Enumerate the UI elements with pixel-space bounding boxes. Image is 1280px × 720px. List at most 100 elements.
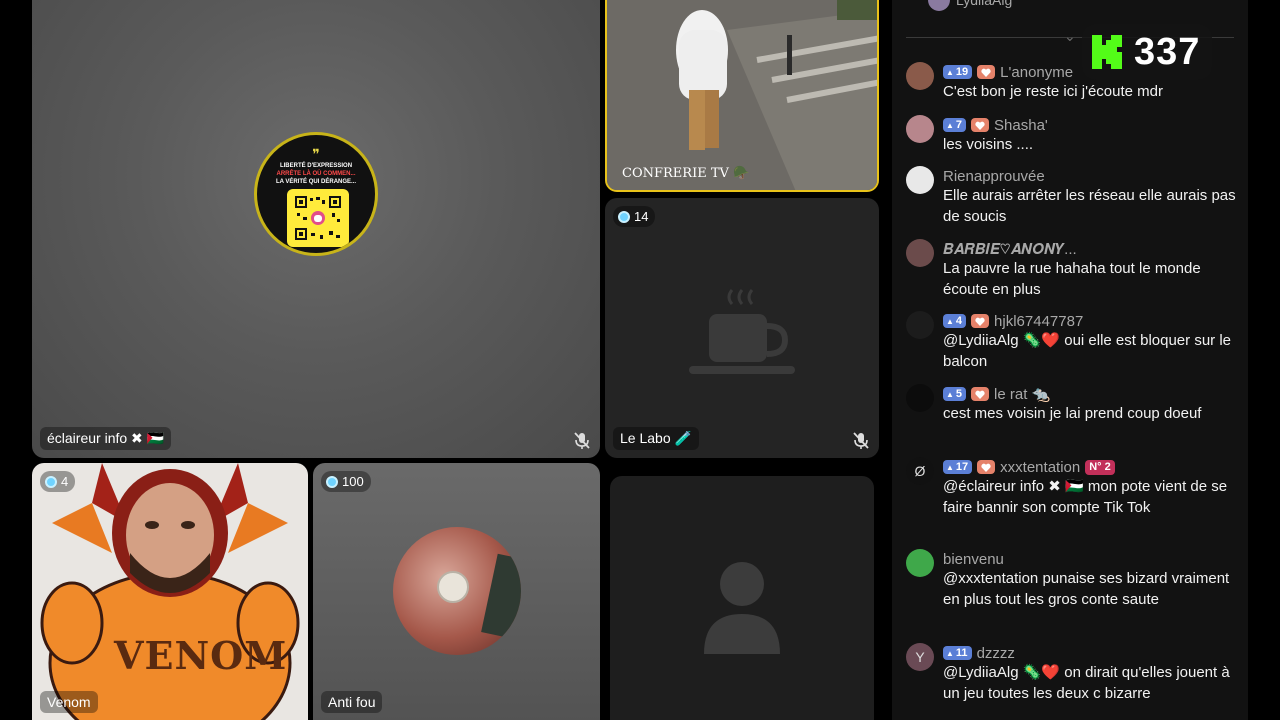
venom-avatar-art: [40, 463, 300, 720]
tile-label-venom: Venom: [40, 691, 98, 713]
level-arrow-icon: ▲: [946, 67, 954, 77]
rank-badge: N° 2: [1085, 459, 1115, 475]
viewer-count-value: 4: [61, 474, 69, 489]
level-arrow-icon: ▲: [946, 120, 954, 130]
viewer-count-le-labo: 14: [613, 206, 656, 227]
chat-username[interactable]: le rat 🐀: [994, 385, 1050, 403]
avatar-glyph: Y: [915, 649, 925, 665]
chat-panel[interactable]: LydiiaAlg ⌄ ▲ 19 L'anonyme C'est bon je res…: [892, 0, 1248, 720]
chat-message-text: C'est bon je reste ici j'écoute mdr: [943, 83, 1163, 100]
viewer-count-value: 100: [342, 474, 364, 489]
level-badge: ▲ 7: [943, 118, 967, 132]
viewer-count-anti-fou: 100: [321, 471, 371, 492]
heart-badge-icon: [971, 118, 990, 132]
chat-message-text: @xxxtentation punaise ses bizard vraimen…: [943, 570, 1230, 608]
kick-logo-icon: [1092, 35, 1122, 69]
avatar[interactable]: Y: [906, 643, 934, 671]
video-tile-venom[interactable]: VENOM 4 Venom: [32, 463, 308, 720]
chat-username[interactable]: hjkl67447787: [994, 313, 1083, 330]
chat-message[interactable]: ▲ 4 hjkl67447787 @LydiiaAlg 🦠❤️ oui elle es…: [906, 311, 1236, 372]
level-badge: ▲ 17: [943, 460, 973, 474]
chat-username[interactable]: L'anonyme: [1000, 64, 1073, 81]
chevron-down-icon[interactable]: ⌄: [1064, 28, 1076, 45]
heart-badge-icon: [971, 314, 990, 328]
viewer-count-venom: 4: [40, 471, 76, 492]
chat-username[interactable]: bienvenu: [943, 551, 1004, 568]
level-arrow-icon: ▲: [946, 648, 954, 658]
mic-muted-icon: [574, 432, 590, 449]
chat-message[interactable]: 𝑩𝑨𝑹𝑩𝑰𝑬♡𝑨𝑵𝑶𝑵𝒀... La pauvre la rue hahaha t…: [906, 239, 1236, 300]
level-badge: ▲ 4: [943, 314, 967, 328]
video-tile-anti-fou[interactable]: 100 Anti fou: [313, 463, 600, 720]
chat-message[interactable]: ▲ 5 le rat 🐀 cest mes voisin je lai prend c…: [906, 384, 1236, 425]
chat-username[interactable]: xxxtentation: [1000, 459, 1080, 476]
tile-label-confrerie-tv: CONFRERIE TV 🪖: [622, 166, 750, 181]
chat-message[interactable]: Ø ▲ 17 xxxtentation N° 2 @éclaireur info ✖ 🇵🇸…: [906, 457, 1236, 518]
mic-muted-icon: [853, 432, 869, 449]
chat-message-text: les voisins ....: [943, 136, 1034, 153]
chat-message[interactable]: bienvenu @xxxtentation punaise ses bizard…: [906, 549, 1236, 610]
tile-label-le-labo: Le Labo 🧪: [613, 427, 699, 450]
participant-flags: ✖ 🇵🇸: [131, 430, 165, 446]
chat-message-text: Elle aurais arrêter les réseau elle aura…: [943, 187, 1236, 225]
avatar[interactable]: [906, 239, 934, 267]
level-value: 17: [955, 461, 969, 473]
chat-message-text: @éclaireur info ✖ 🇵🇸 mon pote vient de s…: [943, 478, 1228, 516]
avatar[interactable]: Ø: [906, 457, 934, 485]
live-viewers-icon: [618, 210, 630, 223]
level-value: 4: [955, 315, 963, 327]
live-viewers-icon: [326, 475, 338, 488]
level-badge: ▲ 11: [943, 646, 972, 660]
video-tile-le-labo[interactable]: 14 Le Labo 🧪: [605, 198, 879, 458]
chat-message-text: @LydiiaAlg 🦠❤️ on dirait qu'elles jouent…: [943, 664, 1230, 702]
participant-name: éclaireur info: [47, 430, 128, 446]
level-badge: ▲ 19: [943, 65, 973, 79]
venom-art-text: VENOM: [114, 633, 288, 678]
avatar[interactable]: [906, 62, 934, 90]
chat-username: LydiiaAlg: [956, 0, 1013, 8]
avatar[interactable]: [906, 166, 934, 194]
snapcode-qr-icon: [287, 189, 349, 247]
chat-username[interactable]: Rienapprouvée: [943, 168, 1045, 185]
avatar[interactable]: [906, 311, 934, 339]
qr-title-line1: LIBERTÉ D'EXPRESSION: [279, 163, 353, 169]
chat-message[interactable]: Y ▲ 11 dzzzz @LydiiaAlg 🦠❤️ on dirait qu'ell…: [906, 643, 1236, 704]
level-arrow-icon: ▲: [946, 316, 954, 326]
video-tile-confrerie-tv[interactable]: CONFRERIE TV 🪖: [605, 0, 879, 192]
tile-label-eclaireur-info: éclaireur info ✖ 🇵🇸: [40, 427, 172, 450]
avatar: [928, 0, 950, 11]
chat-message[interactable]: ▲ 7 Shasha' les voisins ....: [906, 115, 1236, 156]
chat-username[interactable]: 𝑩𝑨𝑹𝑩𝑰𝑬♡𝑨𝑵𝑶𝑵𝒀...: [943, 241, 1077, 258]
chat-top-partial: LydiiaAlg: [928, 0, 1013, 11]
level-value: 5: [955, 388, 963, 400]
level-value: 19: [955, 66, 969, 78]
tile-label-anti-fou: Anti fou: [321, 691, 383, 713]
heart-badge-icon: [971, 387, 990, 401]
level-badge: ▲ 5: [943, 387, 967, 401]
chat-username[interactable]: Shasha': [994, 117, 1048, 134]
avatar[interactable]: [906, 549, 934, 577]
chat-message[interactable]: Rienapprouvée Elle aurais arrêter les rés…: [906, 166, 1236, 227]
avatar[interactable]: [906, 115, 934, 143]
coffee-cup-icon: [689, 289, 795, 374]
viewer-count-value: 14: [634, 209, 649, 224]
qr-title-line2: ARRÊTE LÀ OÙ COMMEN...: [276, 171, 356, 177]
kick-viewer-count: 337: [1082, 24, 1212, 80]
user-placeholder-icon: [704, 562, 780, 654]
chat-message-text: @LydiiaAlg 🦠❤️ oui elle est bloquer sur …: [943, 332, 1231, 370]
chat-message-text: cest mes voisin je lai prend coup doeuf: [943, 405, 1202, 422]
profile-avatar-anti-fou: [393, 527, 521, 655]
level-arrow-icon: ▲: [946, 462, 954, 472]
avatar[interactable]: [906, 384, 934, 412]
chat-message-text: La pauvre la rue hahaha tout le monde éc…: [943, 260, 1201, 298]
empty-seat-tile[interactable]: [610, 476, 874, 720]
profile-avatar-qr: ❞ LIBERTÉ D'EXPRESSION ARRÊTE LÀ OÙ COMM…: [254, 132, 378, 256]
qr-title-line3: LA VÉRITÉ QUI DÉRANGE...: [275, 179, 357, 185]
video-tile-eclaireur-info[interactable]: ❞ LIBERTÉ D'EXPRESSION ARRÊTE LÀ OÙ COMM…: [32, 0, 600, 458]
level-value: 11: [955, 647, 968, 659]
level-value: 7: [955, 119, 963, 131]
live-viewers-icon: [45, 475, 57, 488]
chat-username[interactable]: dzzzz: [977, 645, 1015, 662]
level-arrow-icon: ▲: [946, 389, 954, 399]
heart-badge-icon: [977, 65, 996, 79]
